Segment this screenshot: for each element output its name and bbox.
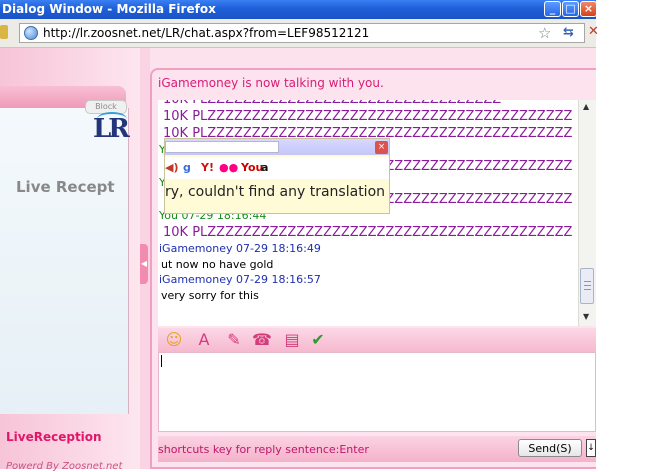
scroll-up-icon[interactable]: ▲ (583, 102, 589, 111)
clipboard-icon[interactable]: ▤ (282, 330, 302, 350)
url-field[interactable]: http://lr.zoosnet.net/LR/chat.aspx?from=… (19, 23, 585, 43)
chat-app: Block LR Live Recept LiveReception Power… (0, 48, 596, 472)
translation-message: ry, couldn't find any translation (165, 184, 386, 200)
translation-services: ◀) g Y! ●● You a (165, 157, 389, 179)
translation-popup: × ◀) g Y! ●● You a ry, couldn't find any tran… (164, 138, 390, 214)
globe-icon (24, 26, 38, 40)
message-meta: iGamemoney 07-29 18:16:57 (158, 272, 578, 288)
message-time: 07-29 18:16:49 (236, 242, 321, 255)
send-options-button[interactable]: ↓ (586, 439, 596, 457)
flickr-icon[interactable]: ●● (219, 161, 238, 174)
message-sender: iGamemoney (159, 273, 233, 286)
collapse-sidebar-icon[interactable]: ◀ (140, 244, 148, 284)
powered-by: Powerd By Zoosnet.net (6, 461, 123, 472)
popup-titlebar: × (165, 139, 389, 155)
popup-input[interactable] (165, 141, 279, 153)
message-input[interactable] (158, 352, 596, 432)
message-text: very sorry for this (161, 289, 259, 302)
address-bar: http://lr.zoosnet.net/LR/chat.aspx?from=… (0, 19, 599, 48)
youtube-icon[interactable]: You (241, 161, 263, 174)
text-caret (161, 355, 162, 367)
amazon-icon[interactable]: a (261, 161, 268, 174)
message-sender: iGamemoney (159, 242, 233, 255)
go-arrow-icon[interactable]: ⇆ (563, 25, 574, 40)
window-titlebar: Dialog Window - Mozilla Firefox _ □ × (0, 0, 597, 19)
popup-close-button[interactable]: × (375, 141, 388, 154)
window-title: Dialog Window - Mozilla Firefox (2, 2, 216, 16)
message-meta: iGamemoney 07-29 18:16:49 (158, 241, 578, 257)
minimize-button[interactable]: _ (544, 1, 561, 17)
message-text: 10K PLZZZZZZZZZZZZZZZZZZZZZZZZZZZZZZZZZZ… (163, 109, 573, 124)
chat-status: iGamemoney is now talking with you. (158, 76, 384, 90)
message-area: 10K PLZZZZZZZZZZZZZZZZZZZZZZZZZZZZZZZZZ1… (158, 100, 596, 326)
page-icon (0, 25, 8, 39)
emoticon-icon[interactable]: ☺ (164, 330, 184, 350)
url-text[interactable]: http://lr.zoosnet.net/LR/chat.aspx?from=… (43, 26, 369, 40)
shortcut-hint: shortcuts key for reply sentence:Enter (158, 443, 369, 456)
maximize-button[interactable]: □ (562, 1, 579, 17)
message-scrollbar[interactable]: ▲ ▼ (578, 100, 596, 326)
stop-icon[interactable]: ✕ (588, 24, 599, 39)
scroll-thumb[interactable] (580, 268, 594, 304)
yahoo-icon[interactable]: Y! (201, 161, 214, 174)
google-icon[interactable]: g (183, 161, 191, 174)
close-window-button[interactable]: × (580, 1, 597, 17)
edit-icon[interactable]: ✎ (224, 330, 244, 350)
sidebar: Block LR Live Recept LiveReception Power… (0, 48, 140, 472)
star-icon[interactable]: ☆ (538, 24, 551, 42)
chat-panel: iGamemoney is now talking with you. 10K … (150, 68, 596, 469)
chat-footer: shortcuts key for reply sentence:Enter S… (158, 436, 596, 462)
sidebar-info-box (0, 108, 129, 414)
speaker-icon[interactable]: ◀) (165, 161, 179, 174)
scroll-down-icon[interactable]: ▼ (583, 312, 589, 321)
message-text: 10K PLZZZZZZZZZZZZZZZZZZZZZZZZZZZZZZZZZ (158, 100, 578, 108)
check-icon[interactable]: ✔ (308, 330, 328, 350)
chat-toolbar: ☺ A ✎ ☎ ▤ ✔ (158, 328, 596, 352)
font-icon[interactable]: A (194, 330, 214, 350)
lr-logo: LR (93, 114, 130, 144)
sidebar-footer-label: LiveReception (6, 430, 102, 444)
send-button[interactable]: Send(S) (518, 439, 582, 457)
message-time: 07-29 18:16:57 (236, 273, 321, 286)
phone-icon[interactable]: ☎ (252, 330, 272, 350)
sidebar-title: Live Recept (16, 178, 115, 196)
message-text: 10K PLZZZZZZZZZZZZZZZZZZZZZZZZZZZZZZZZZZ… (163, 225, 573, 240)
message-text: ut now no have gold (161, 258, 274, 271)
